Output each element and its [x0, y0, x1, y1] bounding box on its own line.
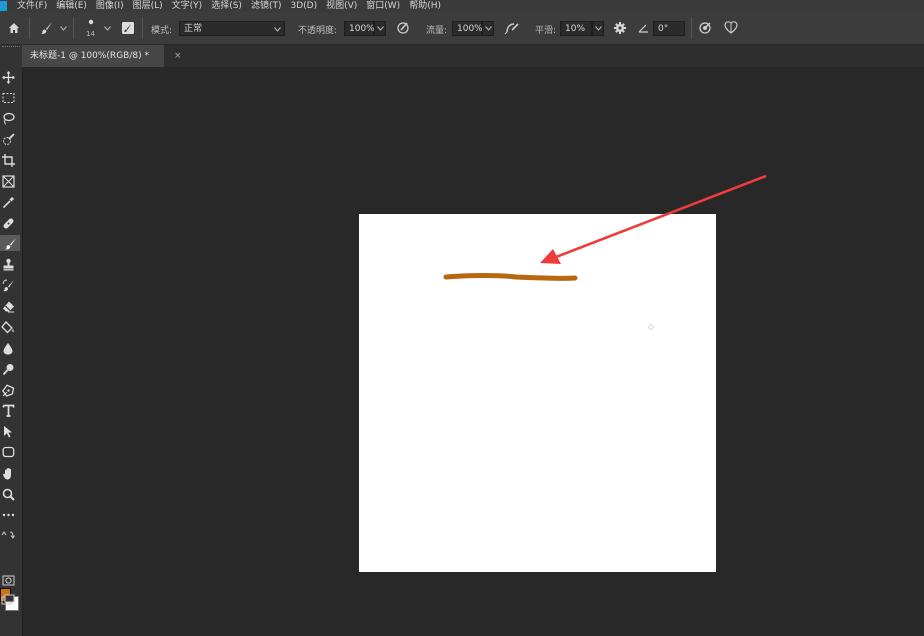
options-bar: 14 模式: 正常 不透明度: 100% 流量: 100% 平滑: 10% 0° — [0, 12, 924, 45]
chevron-down-icon — [484, 26, 492, 31]
smoothing-input[interactable]: 10% — [560, 21, 592, 36]
menu-edit[interactable]: 编辑(E) — [56, 0, 87, 12]
more-icon[interactable] — [0, 507, 16, 523]
panel-grip[interactable] — [2, 46, 20, 50]
menu-layer[interactable]: 图层(L) — [133, 0, 163, 12]
menu-window[interactable]: 窗口(W) — [366, 0, 400, 12]
marquee-icon[interactable] — [0, 90, 16, 106]
opacity-input[interactable]: 100% — [344, 21, 375, 36]
angle-value: 0° — [658, 24, 669, 34]
pen-icon[interactable] — [0, 382, 16, 398]
menu-filter[interactable]: 滤镜(T) — [251, 0, 282, 12]
pressure-opacity-icon[interactable] — [394, 12, 412, 44]
photoshop-logo-icon[interactable] — [0, 1, 7, 11]
healing-icon[interactable] — [0, 215, 16, 231]
hand-icon[interactable] — [0, 465, 16, 481]
separator — [142, 17, 143, 39]
menu-help[interactable]: 帮助(H) — [409, 0, 441, 12]
pressure-size-icon[interactable] — [696, 12, 714, 44]
chevron-down-icon — [594, 26, 602, 31]
symmetry-icon[interactable] — [722, 12, 740, 44]
flow-dropdown[interactable] — [482, 21, 494, 36]
mode-value: 正常 — [184, 24, 203, 34]
opacity-value: 100% — [349, 24, 375, 34]
path-select-icon[interactable] — [0, 423, 16, 439]
angle-icon — [636, 12, 650, 44]
angle-input[interactable]: 0° — [653, 21, 685, 36]
home-icon[interactable] — [4, 12, 24, 44]
menu-3d[interactable]: 3D(D) — [290, 0, 317, 12]
menu-image[interactable]: 图像(I) — [96, 0, 124, 12]
eraser-icon[interactable] — [0, 298, 16, 314]
menu-view[interactable]: 视图(V) — [326, 0, 357, 12]
type-icon[interactable] — [0, 402, 16, 418]
chevron-down-icon[interactable] — [58, 12, 68, 44]
mode-select[interactable]: 正常 — [179, 21, 285, 36]
brush-icon[interactable] — [0, 235, 20, 251]
brush-tip-icon[interactable] — [85, 12, 97, 32]
frame-icon[interactable] — [0, 173, 16, 189]
flow-input[interactable]: 100% — [452, 21, 483, 36]
document-tab[interactable]: 未标题-1 @ 100%(RGB/8) * — [22, 45, 164, 67]
gear-icon[interactable] — [611, 12, 629, 44]
screen-mode-icon[interactable] — [0, 592, 16, 608]
document-tab-title: 未标题-1 @ 100%(RGB/8) * — [30, 51, 149, 61]
brush-preset-icon[interactable] — [38, 12, 56, 44]
zoom-icon[interactable] — [0, 486, 16, 502]
stamp-icon[interactable] — [0, 256, 16, 272]
crop-icon[interactable] — [0, 152, 16, 168]
brush-size-value: 14 — [86, 30, 95, 38]
brush-settings-icon[interactable] — [119, 12, 137, 44]
chevron-down-icon[interactable] — [102, 12, 112, 44]
quick-mask-icon[interactable] — [0, 572, 16, 588]
shape-icon[interactable] — [0, 444, 16, 460]
chevron-down-icon — [274, 27, 281, 32]
blur-icon[interactable] — [0, 340, 16, 356]
lasso-icon[interactable] — [0, 110, 16, 126]
flow-label: 流量: — [426, 26, 448, 36]
smoothing-value: 10% — [565, 24, 586, 34]
airbrush-icon[interactable] — [503, 12, 521, 44]
eyedropper-icon[interactable] — [0, 194, 16, 210]
menu-type[interactable]: 文字(Y) — [172, 0, 203, 12]
close-icon[interactable]: × — [174, 51, 182, 61]
smoothing-label: 平滑: — [535, 26, 557, 36]
separator — [73, 17, 74, 39]
menu-bar: 文件(F) 编辑(E) 图像(I) 图层(L) 文字(Y) 选择(S) 滤镜(T… — [0, 0, 924, 12]
menu-select[interactable]: 选择(S) — [211, 0, 242, 12]
quick-select-icon[interactable] — [0, 131, 16, 147]
dodge-icon[interactable] — [0, 361, 16, 377]
smoothing-dropdown[interactable] — [592, 21, 604, 36]
swap-colors-icon[interactable] — [0, 529, 16, 541]
separator — [29, 17, 30, 39]
menu-file[interactable]: 文件(F) — [17, 0, 47, 12]
document-tab-bar: 未标题-1 @ 100%(RGB/8) * × — [22, 45, 924, 67]
move-icon[interactable] — [0, 69, 16, 85]
history-brush-icon[interactable] — [0, 277, 16, 293]
mode-label: 模式: — [151, 26, 173, 36]
chevron-down-icon — [376, 26, 384, 31]
opacity-dropdown[interactable] — [374, 21, 386, 36]
opacity-label: 不透明度: — [298, 26, 338, 36]
flow-value: 100% — [457, 24, 483, 34]
separator — [691, 17, 692, 39]
tools-panel — [0, 45, 23, 636]
paint-bucket-icon[interactable] — [0, 319, 16, 335]
document-canvas[interactable] — [359, 214, 716, 572]
